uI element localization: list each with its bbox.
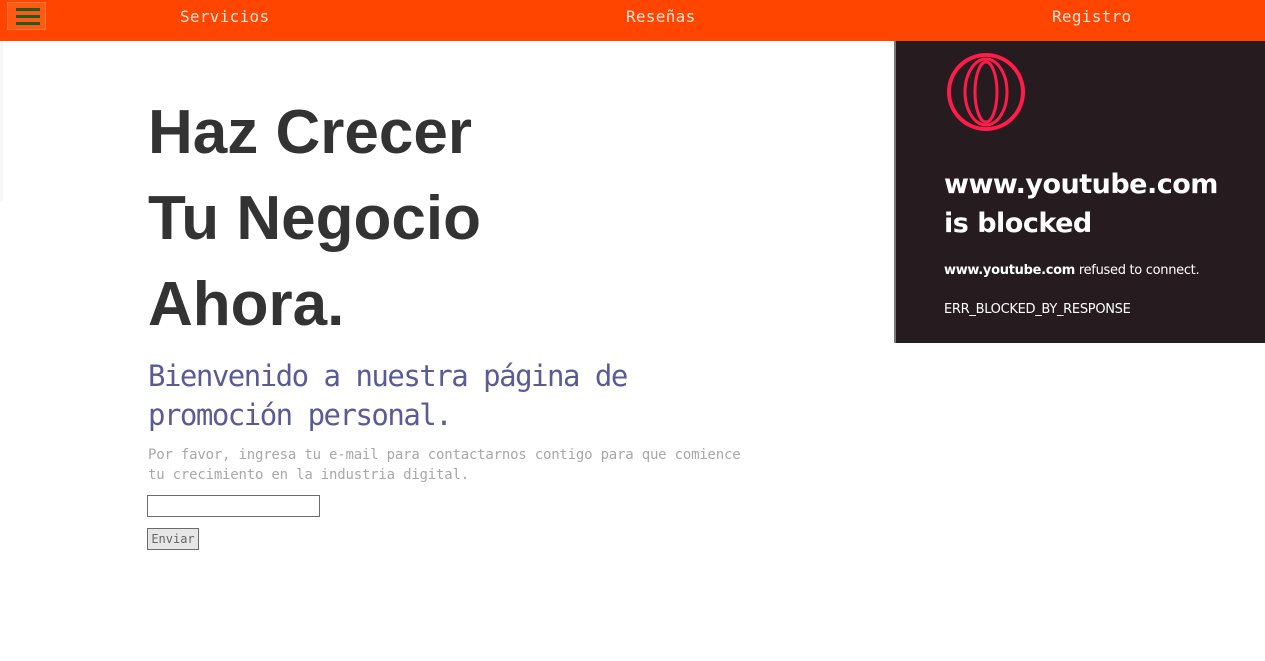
blocked-title-host: www.youtube.com <box>944 169 1218 200</box>
hero-description: Por favor, ingresa tu e-mail para contac… <box>148 447 741 483</box>
hero-title-line: Haz Crecer <box>148 98 472 167</box>
nav-link-registro[interactable]: Registro <box>1052 7 1131 26</box>
blocked-message: www.youtube.com refused to connect. <box>944 263 1200 278</box>
hero-subtitle: Bienvenido a nuestra página de promoción… <box>148 359 628 432</box>
nav-link-servicios[interactable]: Servicios <box>180 7 269 26</box>
top-navbar: Servicios Reseñas Registro <box>0 0 1265 41</box>
blocked-message-rest: refused to connect. <box>1075 263 1200 278</box>
blocked-title: www.youtube.com is blocked <box>944 165 1264 243</box>
submit-button[interactable]: Enviar <box>147 528 199 550</box>
blocked-message-host: www.youtube.com <box>944 263 1076 278</box>
hero-title: Haz Crecer Tu Negocio Ahora. <box>148 90 481 348</box>
email-input[interactable] <box>147 495 320 517</box>
opera-logo-icon <box>947 53 1025 131</box>
hamburger-menu-icon[interactable] <box>7 2 46 30</box>
hero-title-line: Ahora. <box>148 270 345 339</box>
hero-title-line: Tu Negocio <box>148 184 481 253</box>
nav-link-resenas[interactable]: Reseñas <box>626 7 696 26</box>
error-code: ERR_BLOCKED_BY_RESPONSE <box>944 302 1131 317</box>
blocked-embed-panel: www.youtube.com is blocked www.youtube.c… <box>894 41 1265 343</box>
blocked-title-rest: is blocked <box>944 208 1092 239</box>
page-edge <box>0 41 3 201</box>
